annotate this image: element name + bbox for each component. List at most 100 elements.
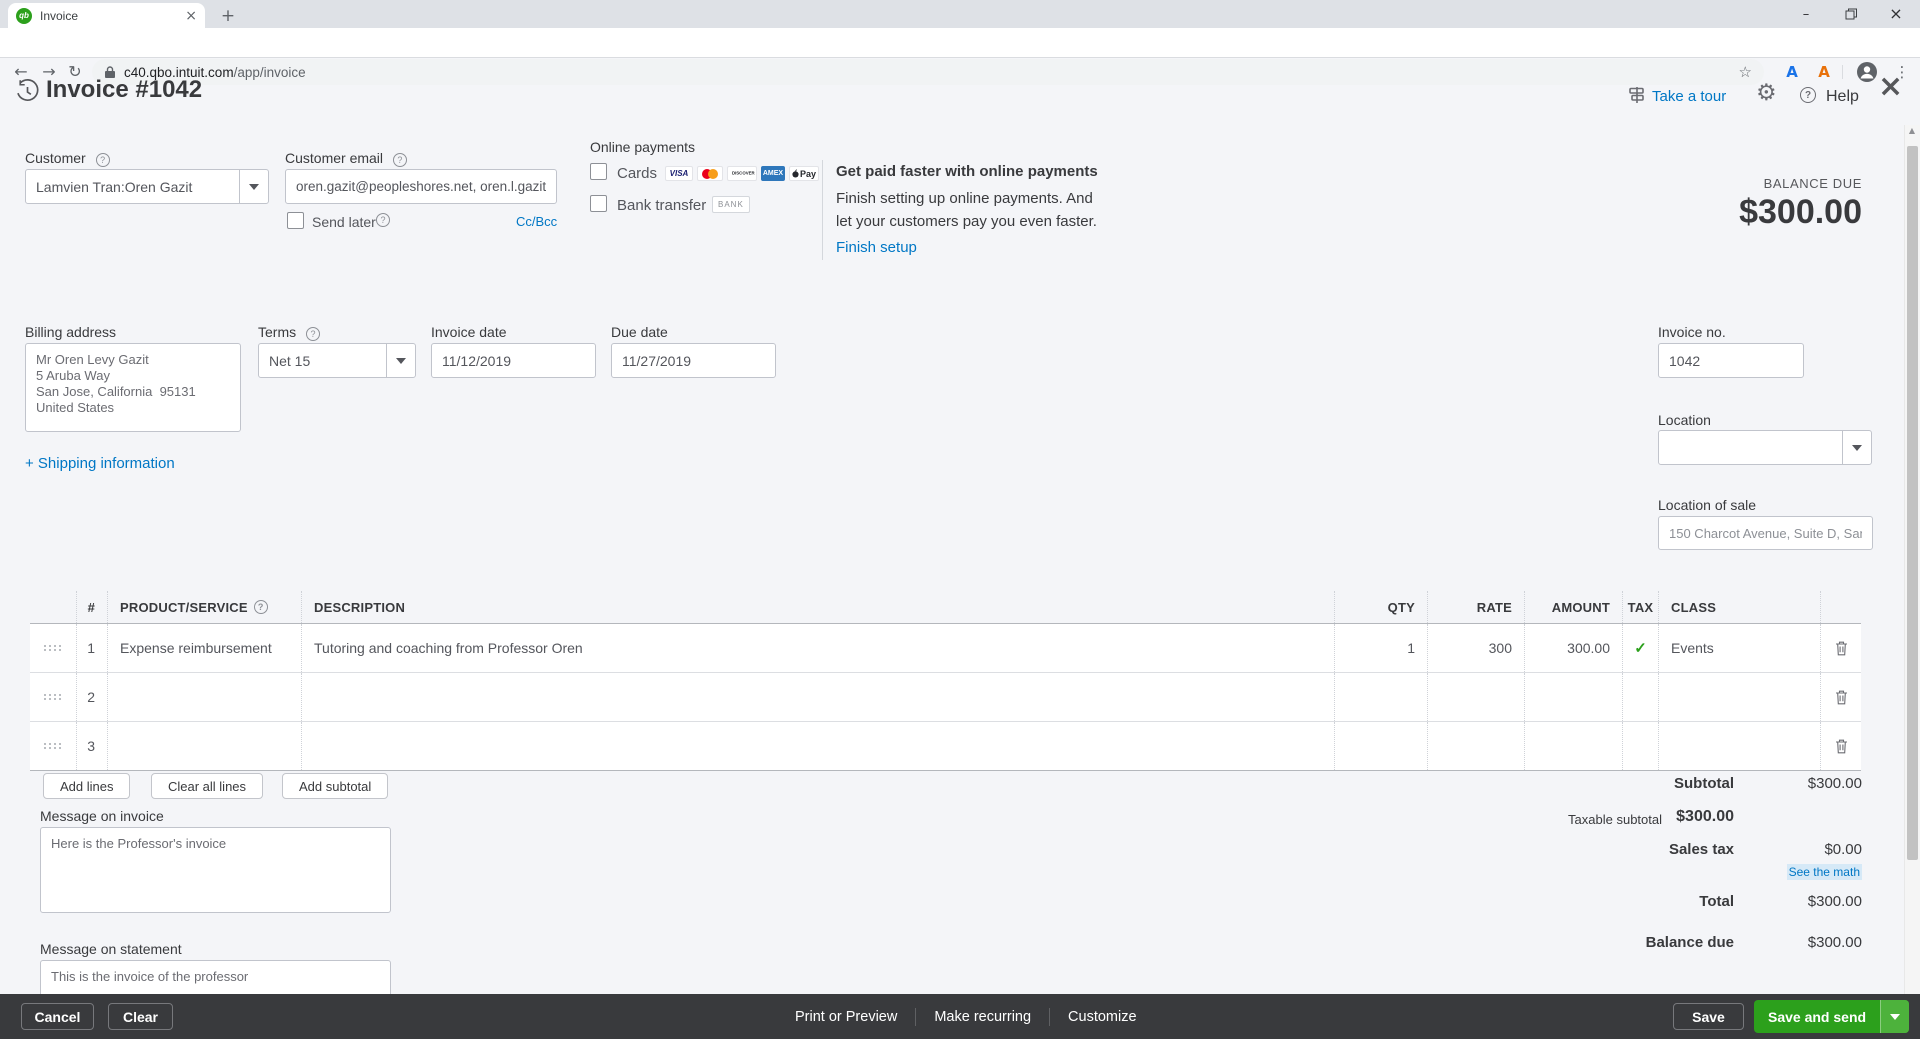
promo-line2: let your customers pay you even faster. xyxy=(836,213,1097,230)
promo-line1: Finish setting up online payments. And xyxy=(836,190,1093,207)
help-circle-icon[interactable]: ? xyxy=(1800,87,1816,103)
drag-handle-icon[interactable] xyxy=(30,673,77,721)
terms-value: Net 15 xyxy=(259,344,386,377)
billing-address-field[interactable]: Mr Oren Levy Gazit 5 Aruba Way San Jose,… xyxy=(25,343,241,432)
scrollbar-thumb[interactable] xyxy=(1907,146,1918,860)
terms-help-icon[interactable]: ? xyxy=(306,327,320,341)
browser-tab[interactable]: qb Invoice × xyxy=(8,3,205,28)
row-product-cell[interactable]: Expense reimbursement xyxy=(108,624,302,672)
add-subtotal-button[interactable]: Add subtotal xyxy=(282,773,388,799)
header-class: CLASS xyxy=(1659,591,1821,623)
save-and-send-dropdown[interactable] xyxy=(1880,1000,1909,1033)
customer-select[interactable]: Lamvien Tran:Oren Gazit xyxy=(25,169,269,204)
visa-badge: VISA xyxy=(665,166,693,181)
finish-setup-link[interactable]: Finish setup xyxy=(836,239,917,256)
row-class-cell[interactable] xyxy=(1659,722,1821,770)
save-and-send-button[interactable]: Save and send xyxy=(1754,1000,1909,1033)
row-product-cell[interactable] xyxy=(108,722,302,770)
chevron-down-icon xyxy=(1852,445,1862,451)
product-help-icon[interactable]: ? xyxy=(254,600,268,614)
row-product-cell[interactable] xyxy=(108,673,302,721)
billing-address-label: Billing address xyxy=(25,324,116,340)
row-delete-cell[interactable] xyxy=(1821,624,1861,672)
row-class-cell[interactable]: Events xyxy=(1659,624,1821,672)
browser-profile-avatar[interactable] xyxy=(1856,61,1878,88)
signpost-icon xyxy=(1627,85,1647,110)
cc-bcc-link[interactable]: Cc/Bcc xyxy=(516,214,557,229)
location-dropdown-arrow[interactable] xyxy=(1842,431,1871,464)
window-restore-button[interactable] xyxy=(1833,0,1869,28)
row-delete-cell[interactable] xyxy=(1821,673,1861,721)
location-of-sale-field[interactable] xyxy=(1658,516,1873,550)
shipping-information-link[interactable]: + Shipping information xyxy=(25,455,175,472)
drag-handle-icon[interactable] xyxy=(30,624,77,672)
row-tax-cell[interactable] xyxy=(1623,722,1659,770)
address-bar[interactable]: c40.qbo.intuit.com/app/invoice ☆ xyxy=(92,59,1764,85)
save-button[interactable]: Save xyxy=(1673,1003,1744,1030)
row-amount-cell[interactable] xyxy=(1525,673,1623,721)
print-or-preview-button[interactable]: Print or Preview xyxy=(795,1009,915,1025)
row-tax-cell[interactable]: ✓ xyxy=(1623,624,1659,672)
row-qty-cell[interactable]: 1 xyxy=(1335,624,1428,672)
invoice-no-field[interactable] xyxy=(1658,343,1804,378)
row-tax-cell[interactable] xyxy=(1623,673,1659,721)
send-later-help-icon[interactable]: ? xyxy=(376,213,390,227)
close-invoice-icon[interactable]: × xyxy=(1878,72,1903,102)
row-description-cell[interactable]: Tutoring and coaching from Professor Ore… xyxy=(302,624,1335,672)
cancel-button[interactable]: Cancel xyxy=(21,1003,94,1030)
row-qty-cell[interactable] xyxy=(1335,673,1428,721)
trash-icon xyxy=(1835,640,1848,656)
save-and-send-label[interactable]: Save and send xyxy=(1754,1000,1880,1033)
send-later-checkbox[interactable] xyxy=(287,212,304,229)
row-rate-cell[interactable] xyxy=(1428,673,1525,721)
row-delete-cell[interactable] xyxy=(1821,722,1861,770)
customize-button[interactable]: Customize xyxy=(1050,1009,1137,1025)
bookmark-star-icon[interactable]: ☆ xyxy=(1739,65,1752,80)
row-qty-cell[interactable] xyxy=(1335,722,1428,770)
help-label[interactable]: Help xyxy=(1826,88,1859,106)
tax-check-icon: ✓ xyxy=(1634,639,1647,657)
row-num: 2 xyxy=(77,673,108,721)
customer-email-field[interactable] xyxy=(285,169,557,204)
new-tab-button[interactable]: + xyxy=(216,5,240,27)
message-on-invoice-field[interactable]: Here is the Professor's invoice xyxy=(40,827,391,913)
cards-checkbox[interactable] xyxy=(590,163,607,180)
row-rate-cell[interactable] xyxy=(1428,722,1525,770)
take-a-tour-link[interactable]: Take a tour xyxy=(1652,88,1726,105)
location-label: Location xyxy=(1658,412,1711,428)
row-class-cell[interactable] xyxy=(1659,673,1821,721)
scrollbar-up-arrow[interactable]: ▲ xyxy=(1904,127,1920,135)
extension-a-orange-icon[interactable]: A xyxy=(1814,62,1834,82)
clear-all-lines-button[interactable]: Clear all lines xyxy=(151,773,263,799)
row-amount-cell[interactable]: 300.00 xyxy=(1525,624,1623,672)
make-recurring-button[interactable]: Make recurring xyxy=(916,1009,1049,1025)
terms-dropdown-arrow[interactable] xyxy=(386,344,415,377)
tab-close-icon[interactable]: × xyxy=(185,9,197,23)
header-amount: AMOUNT xyxy=(1525,591,1623,623)
location-value xyxy=(1659,431,1842,464)
bank-transfer-checkbox[interactable] xyxy=(590,195,607,212)
email-help-icon[interactable]: ? xyxy=(393,153,407,167)
clear-button[interactable]: Clear xyxy=(108,1003,173,1030)
invoice-date-field[interactable] xyxy=(431,343,596,378)
terms-select[interactable]: Net 15 xyxy=(258,343,416,378)
header-rate: RATE xyxy=(1428,591,1525,623)
row-rate-cell[interactable]: 300 xyxy=(1428,624,1525,672)
row-description-cell[interactable] xyxy=(302,673,1335,721)
terms-label: Terms ? xyxy=(258,324,320,341)
gear-icon[interactable]: ⚙ xyxy=(1756,82,1777,105)
balance-due-label: BALANCE DUE xyxy=(1600,176,1862,191)
drag-handle-icon[interactable] xyxy=(30,722,77,770)
customer-dropdown-arrow[interactable] xyxy=(239,170,268,203)
header-description: DESCRIPTION xyxy=(302,591,1335,623)
row-description-cell[interactable] xyxy=(302,722,1335,770)
window-close-button[interactable]: × xyxy=(1878,0,1914,28)
customer-help-icon[interactable]: ? xyxy=(96,153,110,167)
see-the-math-link[interactable]: See the math xyxy=(1787,864,1862,880)
location-select[interactable] xyxy=(1658,430,1872,465)
window-minimize-button[interactable]: – xyxy=(1788,0,1824,28)
extension-a-blue-icon[interactable]: A xyxy=(1782,62,1802,82)
add-lines-button[interactable]: Add lines xyxy=(43,773,130,799)
row-amount-cell[interactable] xyxy=(1525,722,1623,770)
due-date-field[interactable] xyxy=(611,343,776,378)
